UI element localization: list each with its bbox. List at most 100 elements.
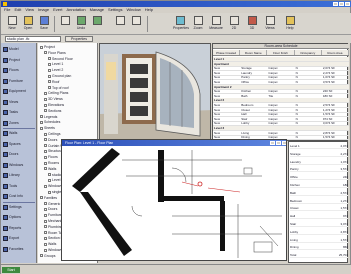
nav-item-reports[interactable]: Reports <box>3 225 35 232</box>
zoom-button[interactable]: Zoom <box>191 15 205 33</box>
copy-button[interactable] <box>129 15 143 33</box>
nav-item-project[interactable]: Project <box>3 57 35 64</box>
2d-button[interactable]: 2D <box>227 15 241 33</box>
tree-node[interactable]: Windows <box>44 184 62 189</box>
tree-node[interactable]: Floor Plans <box>44 51 66 56</box>
tree-node[interactable]: Sections <box>44 109 61 114</box>
expand-toggle-icon[interactable] <box>48 62 51 66</box>
new-button[interactable]: New <box>5 15 19 33</box>
expand-toggle-icon[interactable] <box>44 97 47 101</box>
tree-node[interactable]: Groups <box>40 254 55 259</box>
tree-node[interactable]: Level 2 <box>48 68 63 73</box>
tree-node[interactable]: Walls <box>44 242 56 247</box>
nav-item-export[interactable]: Export <box>3 235 35 242</box>
tree-node[interactable]: Plumbing <box>44 225 63 230</box>
nav-item-model[interactable]: Model <box>3 46 35 53</box>
expand-toggle-icon[interactable] <box>44 149 47 153</box>
properties-dropdown-button[interactable]: Properties <box>65 36 93 42</box>
expand-toggle-icon[interactable] <box>44 161 47 165</box>
expand-toggle-icon[interactable] <box>44 219 47 223</box>
nav-item-tasks[interactable]: Tasks <box>3 109 35 116</box>
expand-toggle-icon[interactable] <box>44 109 47 113</box>
expand-toggle-icon[interactable] <box>44 138 47 142</box>
plan-maximize-button[interactable] <box>276 141 281 145</box>
nav-item-settings[interactable]: Settings <box>3 204 35 211</box>
nav-item-library[interactable]: Library <box>3 172 35 179</box>
tree-node[interactable]: Legends <box>40 115 57 120</box>
3d-view-window[interactable] <box>99 43 211 141</box>
nav-item-floors[interactable]: Floors <box>3 67 35 74</box>
nav-item-equipment[interactable]: Equipment <box>3 88 35 95</box>
expand-toggle-icon[interactable] <box>44 213 47 217</box>
tree-node[interactable]: Walls <box>44 167 56 172</box>
tree-node[interactable]: Top of roof <box>48 86 69 91</box>
nav-item-cost-info[interactable]: Cost Info <box>3 193 35 200</box>
expand-toggle-icon[interactable] <box>48 178 51 182</box>
floor-plan-window[interactable]: Floor Plan: Level 1 - Floor Plan <box>61 139 287 261</box>
expand-toggle-icon[interactable] <box>44 91 47 95</box>
expand-toggle-icon[interactable] <box>44 236 47 240</box>
column-header[interactable]: Occupancy <box>295 50 322 55</box>
tree-node[interactable]: Ground plan <box>48 74 71 79</box>
nav-item-walls[interactable]: Walls <box>3 130 35 137</box>
measure-button[interactable]: Measure <box>209 15 223 33</box>
start-button[interactable]: Start <box>2 267 20 273</box>
expand-toggle-icon[interactable] <box>48 80 51 84</box>
redo-button[interactable] <box>90 15 104 33</box>
maximize-button[interactable] <box>339 2 344 6</box>
nav-item-windows[interactable]: Windows <box>3 162 35 169</box>
nav-item-spaces[interactable]: Spaces <box>3 141 35 148</box>
expand-toggle-icon[interactable] <box>44 231 47 235</box>
tree-node[interactable]: Level 1 <box>48 62 63 67</box>
cut-button[interactable] <box>113 15 127 33</box>
column-header[interactable]: Room Name <box>240 50 268 55</box>
expand-toggle-icon[interactable] <box>40 196 43 200</box>
expand-toggle-icon[interactable] <box>40 254 43 258</box>
help-button[interactable]: Help <box>283 15 297 33</box>
expand-toggle-icon[interactable] <box>44 207 47 211</box>
tree-node[interactable]: Floors <box>44 155 58 160</box>
expand-toggle-icon[interactable] <box>44 184 47 188</box>
undo-button[interactable]: Undo <box>74 15 88 33</box>
nav-item-tools[interactable]: Tools <box>3 183 35 190</box>
expand-toggle-icon[interactable] <box>48 57 51 61</box>
expand-toggle-icon[interactable] <box>44 202 47 206</box>
nav-item-doors[interactable]: Doors <box>3 151 35 158</box>
3d-button[interactable]: 3D <box>245 15 259 33</box>
properties-button[interactable]: Properties <box>173 15 189 33</box>
tree-node[interactable]: Families <box>40 196 57 201</box>
tree-node[interactable]: Ceilings <box>44 132 60 137</box>
tree-node[interactable]: Project <box>40 45 55 50</box>
nav-item-views[interactable]: Views <box>3 99 35 106</box>
close-button[interactable] <box>345 2 350 6</box>
nav-item-favorites[interactable]: Favorites <box>3 246 35 253</box>
nav-item-zones[interactable]: Zones <box>3 120 35 127</box>
column-header[interactable]: Floor finish <box>267 50 295 55</box>
column-header[interactable]: Phase Created <box>213 50 241 55</box>
print-button[interactable] <box>58 15 72 33</box>
expand-toggle-icon[interactable] <box>44 242 47 246</box>
expand-toggle-icon[interactable] <box>44 144 47 148</box>
tree-node[interactable]: Sheets <box>40 126 55 131</box>
plan-close-button[interactable] <box>282 141 286 145</box>
expand-toggle-icon[interactable] <box>48 74 51 78</box>
expand-toggle-icon[interactable] <box>44 248 47 252</box>
model-select[interactable]: studio plan .ifc <box>5 36 61 42</box>
save-button[interactable]: Save <box>37 15 51 33</box>
expand-toggle-icon[interactable] <box>44 132 47 136</box>
column-header[interactable]: Room Area <box>322 50 350 55</box>
tree-node[interactable]: Rooms <box>44 161 59 166</box>
tree-node[interactable]: Doors <box>44 138 57 143</box>
open-button[interactable]: Open <box>21 15 35 33</box>
tree-node[interactable]: Furniture <box>44 213 62 218</box>
views-button[interactable]: Views <box>263 15 277 33</box>
expand-toggle-icon[interactable] <box>40 115 43 119</box>
tree-node[interactable]: Doors <box>44 207 57 212</box>
tree-node[interactable]: Roof <box>48 80 59 85</box>
expand-toggle-icon[interactable] <box>48 173 51 177</box>
tree-node[interactable]: Second Floor <box>48 57 73 62</box>
expand-toggle-icon[interactable] <box>40 120 43 124</box>
expand-toggle-icon[interactable] <box>44 167 47 171</box>
expand-toggle-icon[interactable] <box>40 45 43 49</box>
expand-toggle-icon[interactable] <box>48 68 51 72</box>
